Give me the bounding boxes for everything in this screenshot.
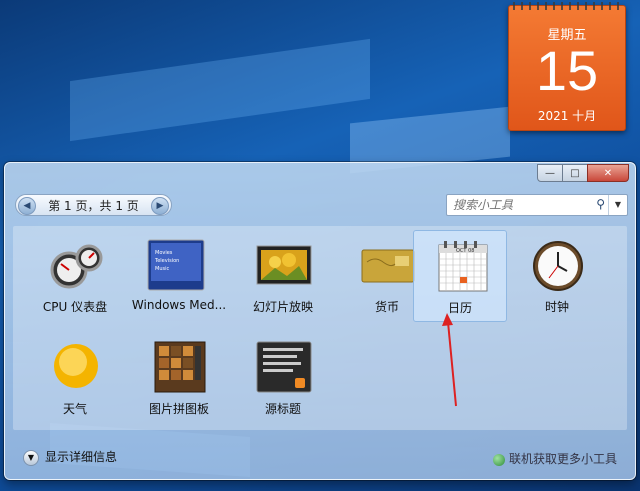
- search-input[interactable]: [451, 196, 595, 214]
- calendar-day-number: 15: [535, 39, 599, 102]
- globe-icon: [492, 453, 505, 466]
- wallpaper-light-ray: [70, 38, 370, 142]
- previous-page-button[interactable]: ◀: [18, 197, 36, 215]
- gadget-label: 日历: [447, 301, 472, 315]
- next-page-button[interactable]: ▶: [151, 197, 169, 215]
- media-center-icon: Movies Television Music: [147, 239, 205, 291]
- gadget-tile-slideshow[interactable]: 幻灯片放映: [235, 230, 331, 320]
- gadget-tile-clock[interactable]: 时钟: [509, 230, 605, 320]
- gadget-tile-picture-puzzle[interactable]: 图片拼图板: [131, 332, 227, 422]
- gadget-label: Windows Med...: [131, 298, 227, 312]
- gadget-label: 图片拼图板: [148, 402, 209, 416]
- window-controls: — □ ✕: [537, 164, 629, 182]
- svg-text:Movies: Movies: [155, 250, 173, 256]
- chevron-down-icon: ▼: [23, 449, 39, 466]
- svg-text:Television: Television: [154, 258, 179, 264]
- calendar-desktop-gadget[interactable]: 星期五 15 2021 十月: [508, 2, 626, 131]
- picture-puzzle-icon: [154, 341, 206, 393]
- svg-text:OCT 08: OCT 08: [456, 248, 474, 254]
- search-icon[interactable]: ⚲: [596, 197, 605, 211]
- slideshow-icon: [256, 245, 312, 285]
- gadget-label: 时钟: [544, 300, 569, 314]
- gadget-label: CPU 仪表盘: [42, 300, 108, 314]
- show-details-toggle[interactable]: ▼ 显示详细信息: [23, 448, 117, 468]
- calendar-icon: OCT 08: [438, 241, 488, 292]
- gadget-tile-cpu-meter[interactable]: CPU 仪表盘: [27, 230, 123, 320]
- search-dropdown-button[interactable]: ▼: [608, 195, 627, 215]
- cpu-meter-icon: [50, 244, 103, 289]
- gadget-tile-feed-headlines[interactable]: 源标题: [235, 332, 331, 422]
- gadget-tile-calendar[interactable]: OCT 08 日历: [413, 230, 507, 322]
- gadget-gallery-window: — □ ✕ ◀ 第 1 页，共 1 页 ▶ ⚲ ▼ CPU 仪表盘: [4, 162, 636, 480]
- gadget-tile-weather[interactable]: 天气: [27, 332, 123, 422]
- gadget-grid: CPU 仪表盘 Movies Television Music Windows …: [13, 226, 627, 430]
- page-indicator: 第 1 页，共 1 页: [48, 199, 139, 213]
- close-button[interactable]: ✕: [587, 164, 629, 182]
- page-navigator: ◀ 第 1 页，共 1 页 ▶: [15, 194, 172, 216]
- gadget-label: 源标题: [264, 402, 301, 416]
- svg-text:Music: Music: [155, 266, 169, 272]
- calendar-year-month: 2021 十月: [537, 109, 597, 123]
- weather-icon: [54, 344, 98, 388]
- maximize-button[interactable]: □: [562, 164, 588, 182]
- show-details-label: 显示详细信息: [45, 450, 118, 464]
- minimize-button[interactable]: —: [537, 164, 563, 182]
- feed-headlines-icon: [256, 341, 312, 393]
- get-more-gadgets-link[interactable]: 联机获取更多小工具: [492, 450, 617, 467]
- clock-icon: [533, 241, 583, 291]
- gadget-label: 天气: [62, 402, 87, 416]
- get-more-gadgets-label: 联机获取更多小工具: [508, 452, 617, 466]
- gadget-tile-media-center[interactable]: Movies Television Music Windows Med...: [131, 230, 227, 320]
- calendar-binding-rings: [509, 2, 625, 10]
- search-box: ⚲ ▼: [446, 194, 628, 216]
- gadget-label: 幻灯片放映: [252, 300, 313, 314]
- currency-icon: [361, 249, 415, 283]
